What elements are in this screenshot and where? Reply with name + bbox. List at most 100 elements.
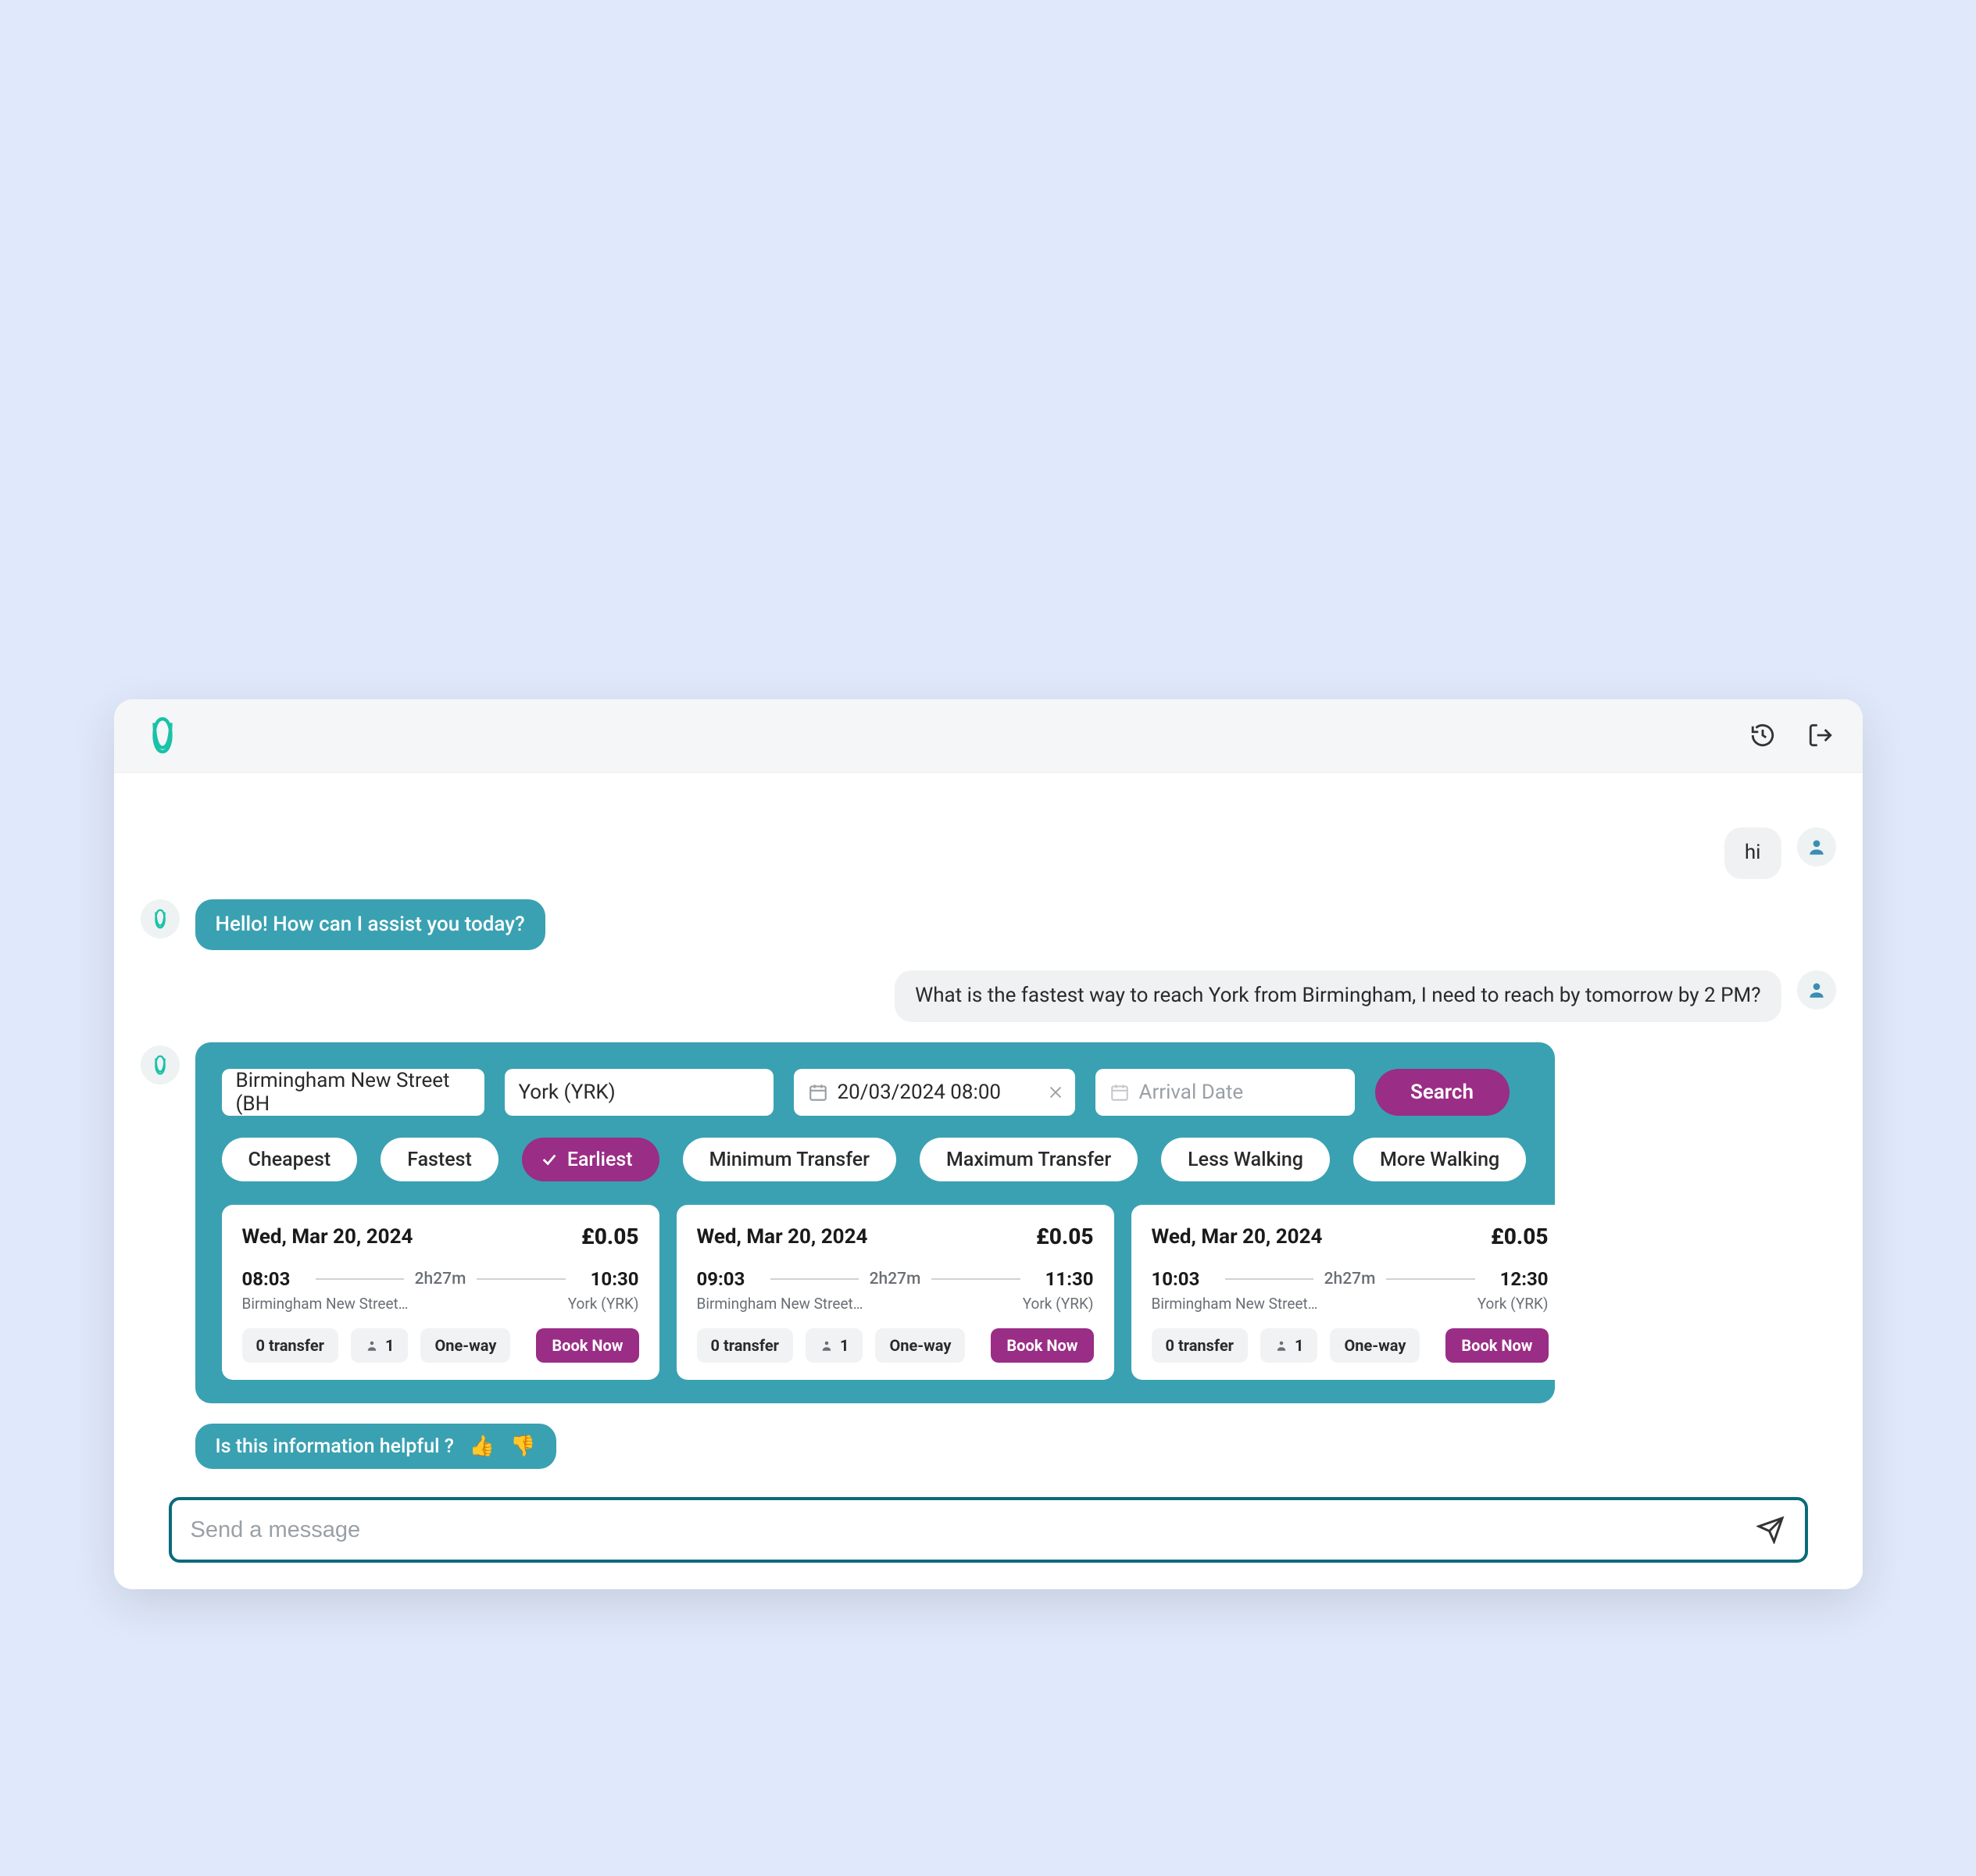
passengers-tag: 1 <box>1260 1328 1317 1363</box>
transfers-tag: 0 transfer <box>697 1328 793 1363</box>
chat-area: hi Hello! How can I assist you today? Wh… <box>114 773 1863 1488</box>
result-date: Wed, Mar 20, 2024 <box>242 1225 413 1249</box>
departure-time: 10:03 <box>1152 1268 1214 1290</box>
result-date: Wed, Mar 20, 2024 <box>697 1225 868 1249</box>
loop-logo-icon <box>148 1053 172 1077</box>
logout-icon <box>1807 722 1834 749</box>
filter-chip-less-walking[interactable]: Less Walking <box>1161 1138 1330 1181</box>
to-station-label: York (YRK) <box>568 1295 639 1313</box>
departure-time: 09:03 <box>697 1268 759 1290</box>
thumbs-down-button[interactable]: 👎 <box>510 1435 535 1458</box>
trip-type-tag: One-way <box>875 1328 965 1363</box>
departure-time: 08:03 <box>242 1268 305 1290</box>
app-logo <box>141 713 184 757</box>
filter-chip-more-walking[interactable]: More Walking <box>1353 1138 1526 1181</box>
message-row-bot-panel: Birmingham New Street (BH York (YRK) 20/… <box>141 1042 1836 1403</box>
message-input[interactable] <box>191 1517 1741 1543</box>
person-icon <box>1274 1338 1288 1353</box>
book-now-button[interactable]: Book Now <box>536 1328 638 1363</box>
logout-button[interactable] <box>1805 720 1836 751</box>
search-inputs-row: Birmingham New Street (BH York (YRK) 20/… <box>222 1069 1528 1116</box>
to-station-label: York (YRK) <box>1023 1295 1094 1313</box>
from-station-value: Birmingham New Street (BH <box>236 1069 470 1116</box>
clear-date-button[interactable] <box>1047 1084 1064 1101</box>
send-icon <box>1756 1516 1785 1544</box>
bot-message-bubble: Hello! How can I assist you today? <box>195 899 545 951</box>
search-button-label: Search <box>1410 1081 1474 1104</box>
filter-chip-max-transfer[interactable]: Maximum Transfer <box>920 1138 1138 1181</box>
feedback-prompt: Is this information helpful ? <box>216 1435 454 1458</box>
arrival-date-placeholder: Arrival Date <box>1139 1081 1244 1104</box>
calendar-icon <box>808 1082 828 1102</box>
departure-date-input[interactable]: 20/03/2024 08:00 <box>794 1069 1075 1116</box>
to-station-label: York (YRK) <box>1478 1295 1549 1313</box>
loop-logo-icon <box>141 713 184 757</box>
result-card: Wed, Mar 20, 2024 £0.05 09:03 2h27m 11:3… <box>677 1205 1114 1380</box>
filter-chip-earliest[interactable]: Earliest <box>522 1138 659 1181</box>
journey-duration: 2h27m <box>870 1270 921 1288</box>
arrival-time: 10:30 <box>577 1268 639 1290</box>
bot-avatar <box>141 1045 180 1085</box>
passengers-tag: 1 <box>351 1328 408 1363</box>
result-card: Wed, Mar 20, 2024 £0.05 08:03 2h27m 10:3… <box>222 1205 659 1380</box>
journey-duration: 2h27m <box>1324 1270 1376 1288</box>
result-price: £0.05 <box>581 1224 638 1249</box>
topbar <box>114 699 1863 773</box>
send-button[interactable] <box>1755 1514 1786 1545</box>
search-button[interactable]: Search <box>1375 1069 1510 1116</box>
result-price: £0.05 <box>1036 1224 1093 1249</box>
history-icon <box>1749 722 1776 749</box>
user-avatar <box>1797 827 1836 867</box>
filter-chip-cheapest[interactable]: Cheapest <box>222 1138 358 1181</box>
to-station-input[interactable]: York (YRK) <box>505 1069 774 1116</box>
from-station-label: Birmingham New Street… <box>697 1295 863 1313</box>
feedback-row: Is this information helpful ? 👍 👎 <box>141 1424 1836 1469</box>
bot-avatar <box>141 899 180 938</box>
check-icon <box>541 1151 558 1168</box>
book-now-button[interactable]: Book Now <box>1445 1328 1548 1363</box>
message-row-bot: Hello! How can I assist you today? <box>141 899 1836 951</box>
departure-date-value: 20/03/2024 08:00 <box>838 1081 1002 1104</box>
composer-bar <box>169 1497 1808 1563</box>
search-results-panel: Birmingham New Street (BH York (YRK) 20/… <box>195 1042 1555 1403</box>
result-price: £0.05 <box>1491 1224 1548 1249</box>
from-station-input[interactable]: Birmingham New Street (BH <box>222 1069 484 1116</box>
transfers-tag: 0 transfer <box>242 1328 338 1363</box>
passengers-tag: 1 <box>806 1328 863 1363</box>
message-row-user: hi <box>141 827 1836 879</box>
filter-chip-min-transfer[interactable]: Minimum Transfer <box>683 1138 896 1181</box>
filter-chip-fastest[interactable]: Fastest <box>381 1138 498 1181</box>
trip-type-tag: One-way <box>420 1328 510 1363</box>
user-message-bubble: hi <box>1724 827 1781 879</box>
from-station-label: Birmingham New Street… <box>1152 1295 1318 1313</box>
chat-app-window: hi Hello! How can I assist you today? Wh… <box>114 699 1863 1589</box>
person-icon <box>365 1338 379 1353</box>
user-avatar <box>1797 970 1836 1009</box>
person-icon <box>1806 980 1827 1000</box>
arrival-time: 11:30 <box>1031 1268 1094 1290</box>
thumbs-up-button[interactable]: 👍 <box>470 1435 495 1458</box>
person-icon <box>820 1338 834 1353</box>
arrival-time: 12:30 <box>1486 1268 1549 1290</box>
results-row: Wed, Mar 20, 2024 £0.05 08:03 2h27m 10:3… <box>222 1205 1528 1380</box>
feedback-bubble: Is this information helpful ? 👍 👎 <box>195 1424 556 1469</box>
book-now-button[interactable]: Book Now <box>991 1328 1093 1363</box>
history-button[interactable] <box>1747 720 1778 751</box>
user-message-bubble: What is the fastest way to reach York fr… <box>895 970 1781 1022</box>
from-station-label: Birmingham New Street… <box>242 1295 409 1313</box>
person-icon <box>1806 837 1827 857</box>
close-icon <box>1047 1084 1064 1101</box>
loop-logo-icon <box>148 907 172 931</box>
composer-wrap <box>114 1488 1863 1589</box>
trip-type-tag: One-way <box>1330 1328 1420 1363</box>
to-station-value: York (YRK) <box>519 1081 616 1104</box>
topbar-actions <box>1747 720 1836 751</box>
calendar-icon <box>1109 1082 1130 1102</box>
result-date: Wed, Mar 20, 2024 <box>1152 1225 1323 1249</box>
result-card: Wed, Mar 20, 2024 £0.05 10:03 2h27m 12:3… <box>1131 1205 1569 1380</box>
arrival-date-input[interactable]: Arrival Date <box>1095 1069 1355 1116</box>
journey-duration: 2h27m <box>415 1270 466 1288</box>
transfers-tag: 0 transfer <box>1152 1328 1248 1363</box>
message-row-user: What is the fastest way to reach York fr… <box>141 970 1836 1022</box>
filter-chips-row: Cheapest Fastest Earliest Minimum Transf… <box>222 1138 1528 1181</box>
